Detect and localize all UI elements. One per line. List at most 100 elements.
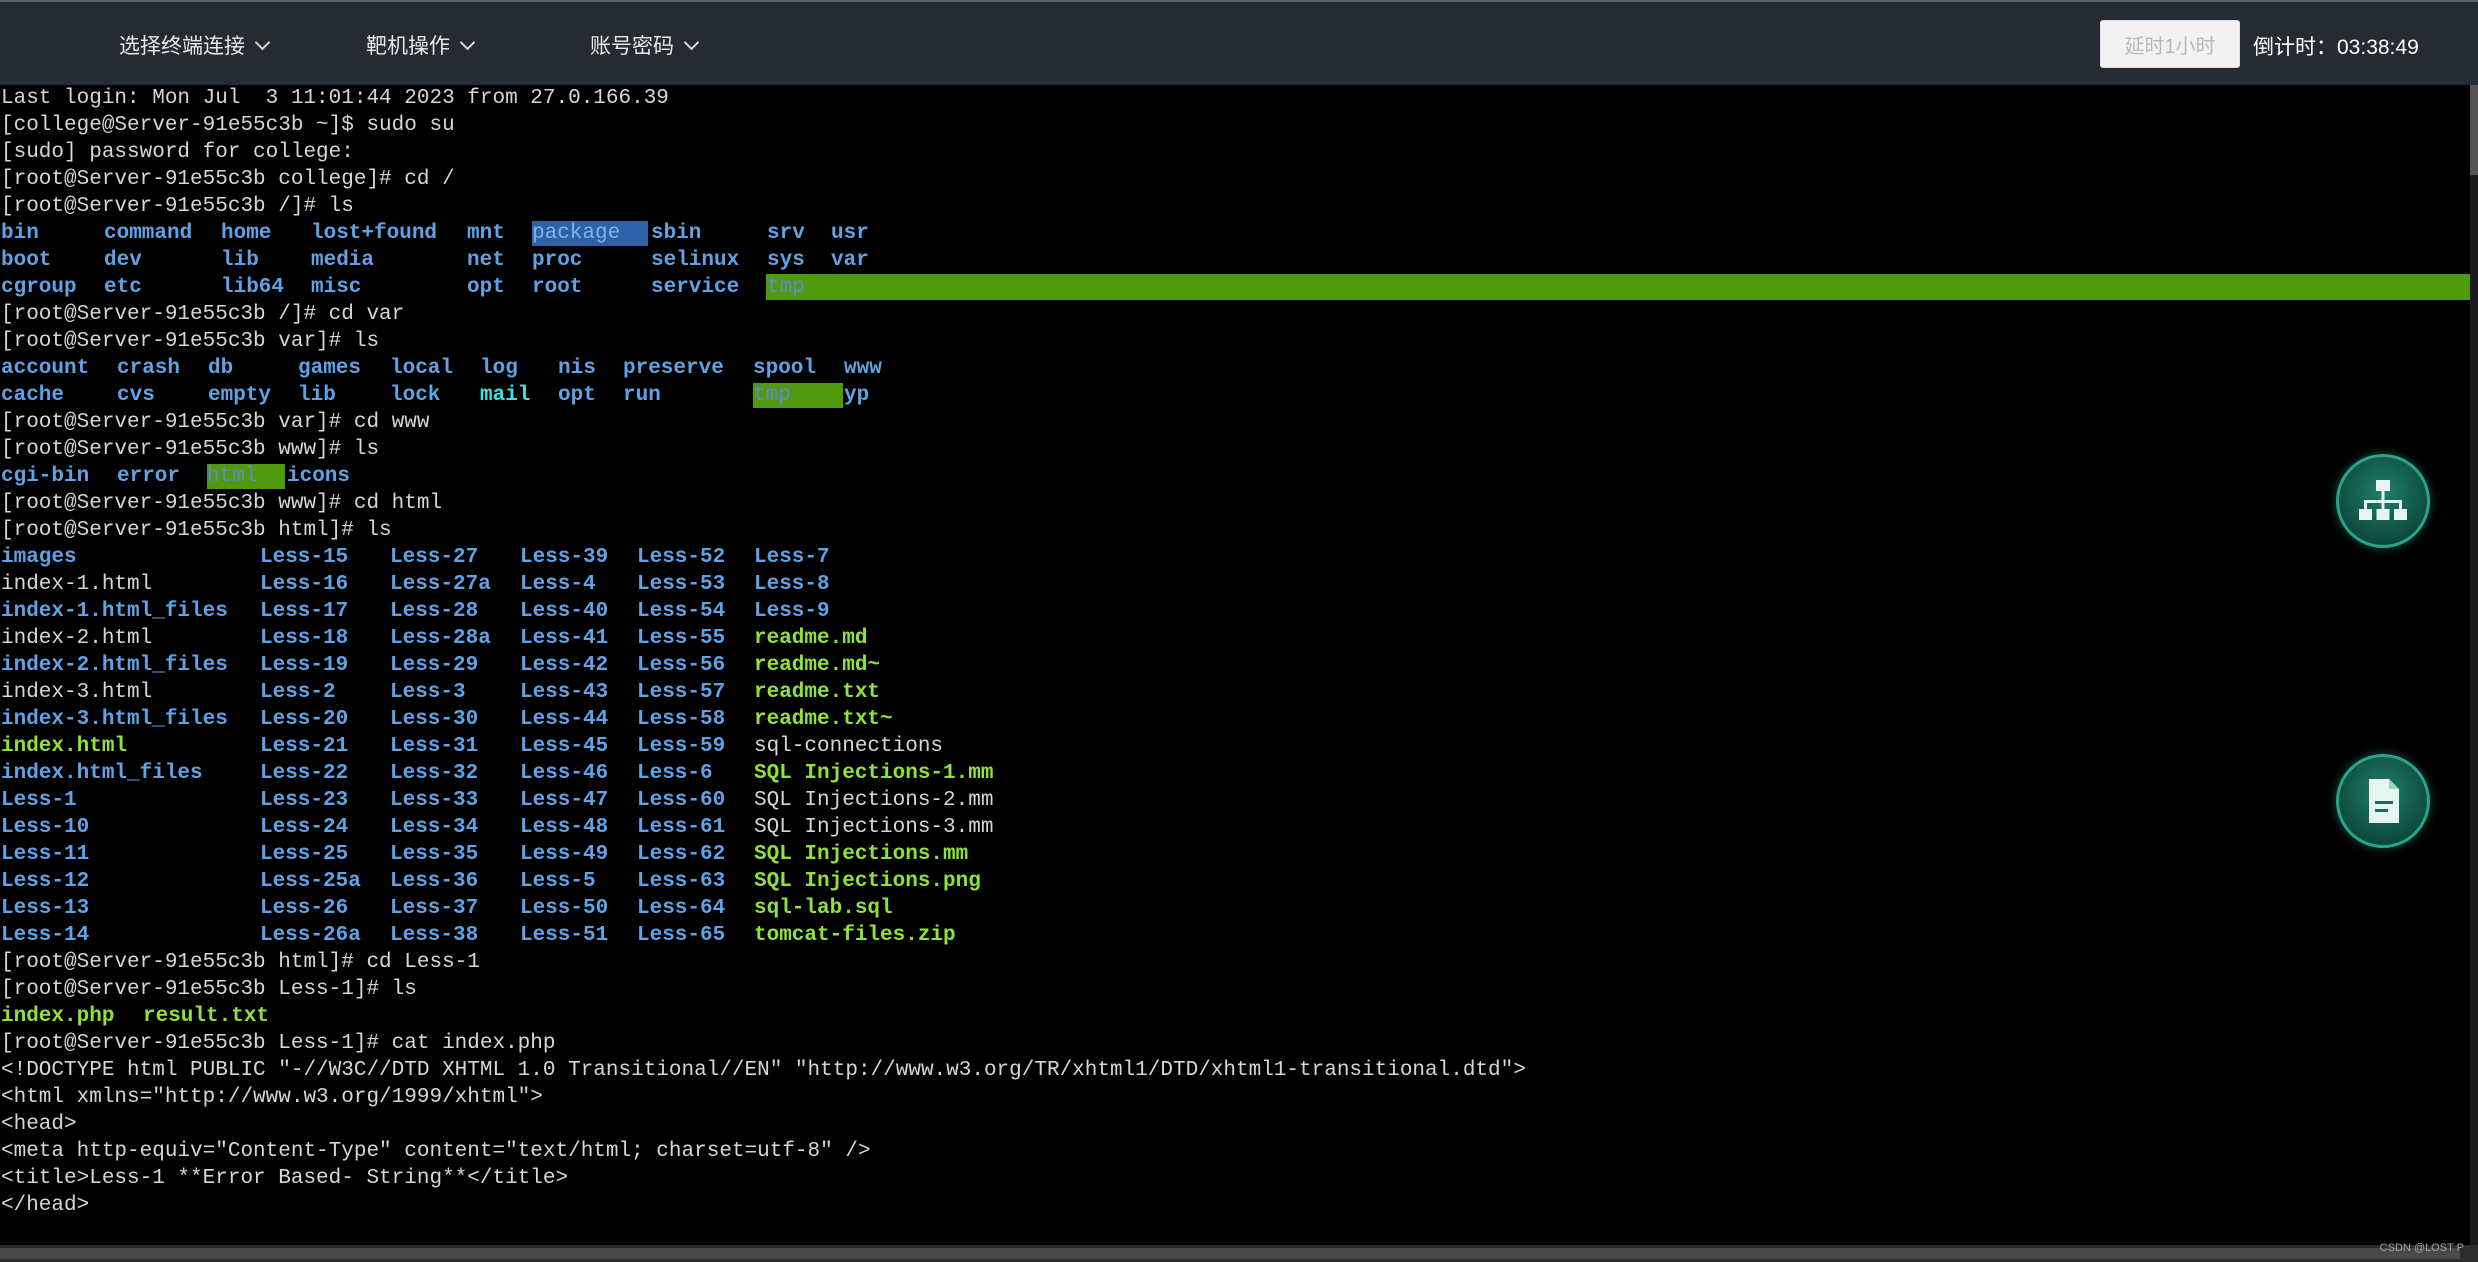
dir-entry: Less-31 — [390, 735, 479, 758]
target-operation-menu[interactable]: 靶机操作 — [366, 30, 476, 60]
dir-entry: index.html_files — [1, 762, 203, 785]
dir-entry: Less-35 — [390, 843, 479, 866]
file-entry: SQL Injections.png — [754, 870, 981, 893]
dir-entry-highlighted: package — [532, 221, 648, 246]
dir-entry: Less-46 — [520, 762, 609, 785]
dir-entry: Less-26 — [260, 897, 349, 920]
dir-entry: Less-44 — [520, 708, 609, 731]
horizontal-scrollbar[interactable] — [0, 1245, 2478, 1262]
document-button[interactable] — [2336, 754, 2430, 848]
dir-entry: index-1.html_files — [1, 600, 228, 623]
dir-entry: Less-47 — [520, 789, 609, 812]
network-topology-icon — [2359, 480, 2407, 520]
terminal-line: [root@Server-91e55c3b www]# cd html — [1, 492, 443, 515]
dir-entry: Less-45 — [520, 735, 609, 758]
dir-entry: sys — [767, 249, 805, 272]
dir-entry: Less-8 — [754, 573, 830, 596]
dir-entry: preserve — [623, 357, 724, 380]
dir-entry: Less-48 — [520, 816, 609, 839]
dir-entry: Less-56 — [637, 654, 726, 677]
file-entry: tomcat-files.zip — [754, 924, 956, 947]
dir-entry: Less-65 — [637, 924, 726, 947]
dir-entry: Less-59 — [637, 735, 726, 758]
dir-entry: Less-20 — [260, 708, 349, 731]
dir-entry: account — [1, 357, 90, 380]
dir-entry: Less-14 — [1, 924, 90, 947]
dir-entry: Less-1 — [1, 789, 77, 812]
dir-entry: Less-42 — [520, 654, 609, 677]
dir-entry: images — [1, 546, 77, 569]
terminal-line: [root@Server-91e55c3b html]# ls — [1, 519, 392, 542]
dir-entry: yp — [844, 384, 870, 407]
scrollbar-thumb[interactable] — [0, 1248, 2460, 1259]
dir-entry: cache — [1, 384, 65, 407]
file-entry: index-1.html — [1, 573, 153, 596]
dir-entry: service — [651, 276, 740, 299]
dir-entry: nis — [558, 357, 596, 380]
dir-entry: Less-16 — [260, 573, 349, 596]
dir-entry: cgroup — [1, 276, 77, 299]
terminal-line: [root@Server-91e55c3b /]# ls — [1, 195, 354, 218]
dir-entry: media — [311, 249, 375, 272]
dir-entry: Less-63 — [637, 870, 726, 893]
dir-entry: Less-2 — [260, 681, 336, 704]
dir-entry: Less-43 — [520, 681, 609, 704]
dir-entry: dev — [104, 249, 142, 272]
dir-entry: index-2.html_files — [1, 654, 228, 677]
dir-entry: Less-3 — [390, 681, 466, 704]
dir-entry: selinux — [651, 249, 740, 272]
dir-entry: lib — [221, 249, 259, 272]
file-content-line: <html xmlns="http://www.w3.org/1999/xhtm… — [1, 1086, 543, 1109]
dir-entry: Less-37 — [390, 897, 479, 920]
dir-entry: Less-62 — [637, 843, 726, 866]
file-entry: SQL Injections-2.mm — [754, 789, 994, 812]
dir-entry: error — [117, 465, 181, 488]
dir-entry: Less-10 — [1, 816, 90, 839]
network-topology-button[interactable] — [2336, 454, 2430, 548]
dir-entry: run — [623, 384, 661, 407]
dir-entry: empty — [208, 384, 272, 407]
file-entry: readme.txt~ — [754, 708, 893, 731]
file-content-line: <title>Less-1 **Error Based- String**</t… — [1, 1167, 569, 1190]
dir-entry: srv — [767, 222, 805, 245]
dir-entry: Less-38 — [390, 924, 479, 947]
terminal-line: [root@Server-91e55c3b Less-1]# cat index… — [1, 1032, 556, 1055]
dir-entry: Less-15 — [260, 546, 349, 569]
dir-entry: www — [844, 357, 882, 380]
dir-entry: net — [467, 249, 505, 272]
dir-entry: cgi-bin — [1, 465, 90, 488]
account-password-menu[interactable]: 账号密码 — [590, 30, 700, 60]
extend-time-button[interactable]: 延时1小时 — [2100, 20, 2240, 68]
terminal-connection-menu[interactable]: 选择终端连接 — [119, 30, 271, 60]
dir-entry: Less-29 — [390, 654, 479, 677]
dir-entry: Less-24 — [260, 816, 349, 839]
dir-entry: lost+found — [311, 222, 438, 245]
chevron-down-icon — [683, 34, 700, 51]
scrollbar-thumb[interactable] — [2470, 85, 2478, 175]
target-operation-menu-label: 靶机操作 — [366, 35, 450, 58]
dir-entry: opt — [467, 276, 505, 299]
dir-entry: Less-19 — [260, 654, 349, 677]
terminal-output[interactable]: Last login: Mon Jul 3 11:01:44 2023 from… — [0, 85, 2470, 1245]
terminal-line: [root@Server-91e55c3b var]# ls — [1, 330, 380, 353]
dir-entry: Less-52 — [637, 546, 726, 569]
dir-entry: sbin — [651, 222, 702, 245]
dir-entry: misc — [311, 276, 362, 299]
dir-entry: Less-26a — [260, 924, 361, 947]
dir-entry: Less-18 — [260, 627, 349, 650]
dir-entry: Less-4 — [520, 573, 596, 596]
terminal-line: [root@Server-91e55c3b college]# cd / — [1, 168, 455, 191]
terminal-line: [root@Server-91e55c3b html]# cd Less-1 — [1, 951, 480, 974]
vertical-scrollbar[interactable] — [2470, 85, 2478, 1245]
terminal-line: [root@Server-91e55c3b var]# cd www — [1, 411, 430, 434]
terminal-line: [college@Server-91e55c3b ~]$ sudo su — [1, 114, 455, 137]
dir-entry: index-3.html_files — [1, 708, 228, 731]
dir-entry: mail — [480, 384, 531, 407]
terminal-line: [root@Server-91e55c3b www]# ls — [1, 438, 380, 461]
dir-entry: Less-64 — [637, 897, 726, 920]
countdown-timer: 倒计时：03:38:49 — [2253, 36, 2419, 59]
dir-entry: Less-57 — [637, 681, 726, 704]
dir-entry: home — [221, 222, 272, 245]
dir-entry: db — [208, 357, 234, 380]
chevron-down-icon — [459, 34, 476, 51]
